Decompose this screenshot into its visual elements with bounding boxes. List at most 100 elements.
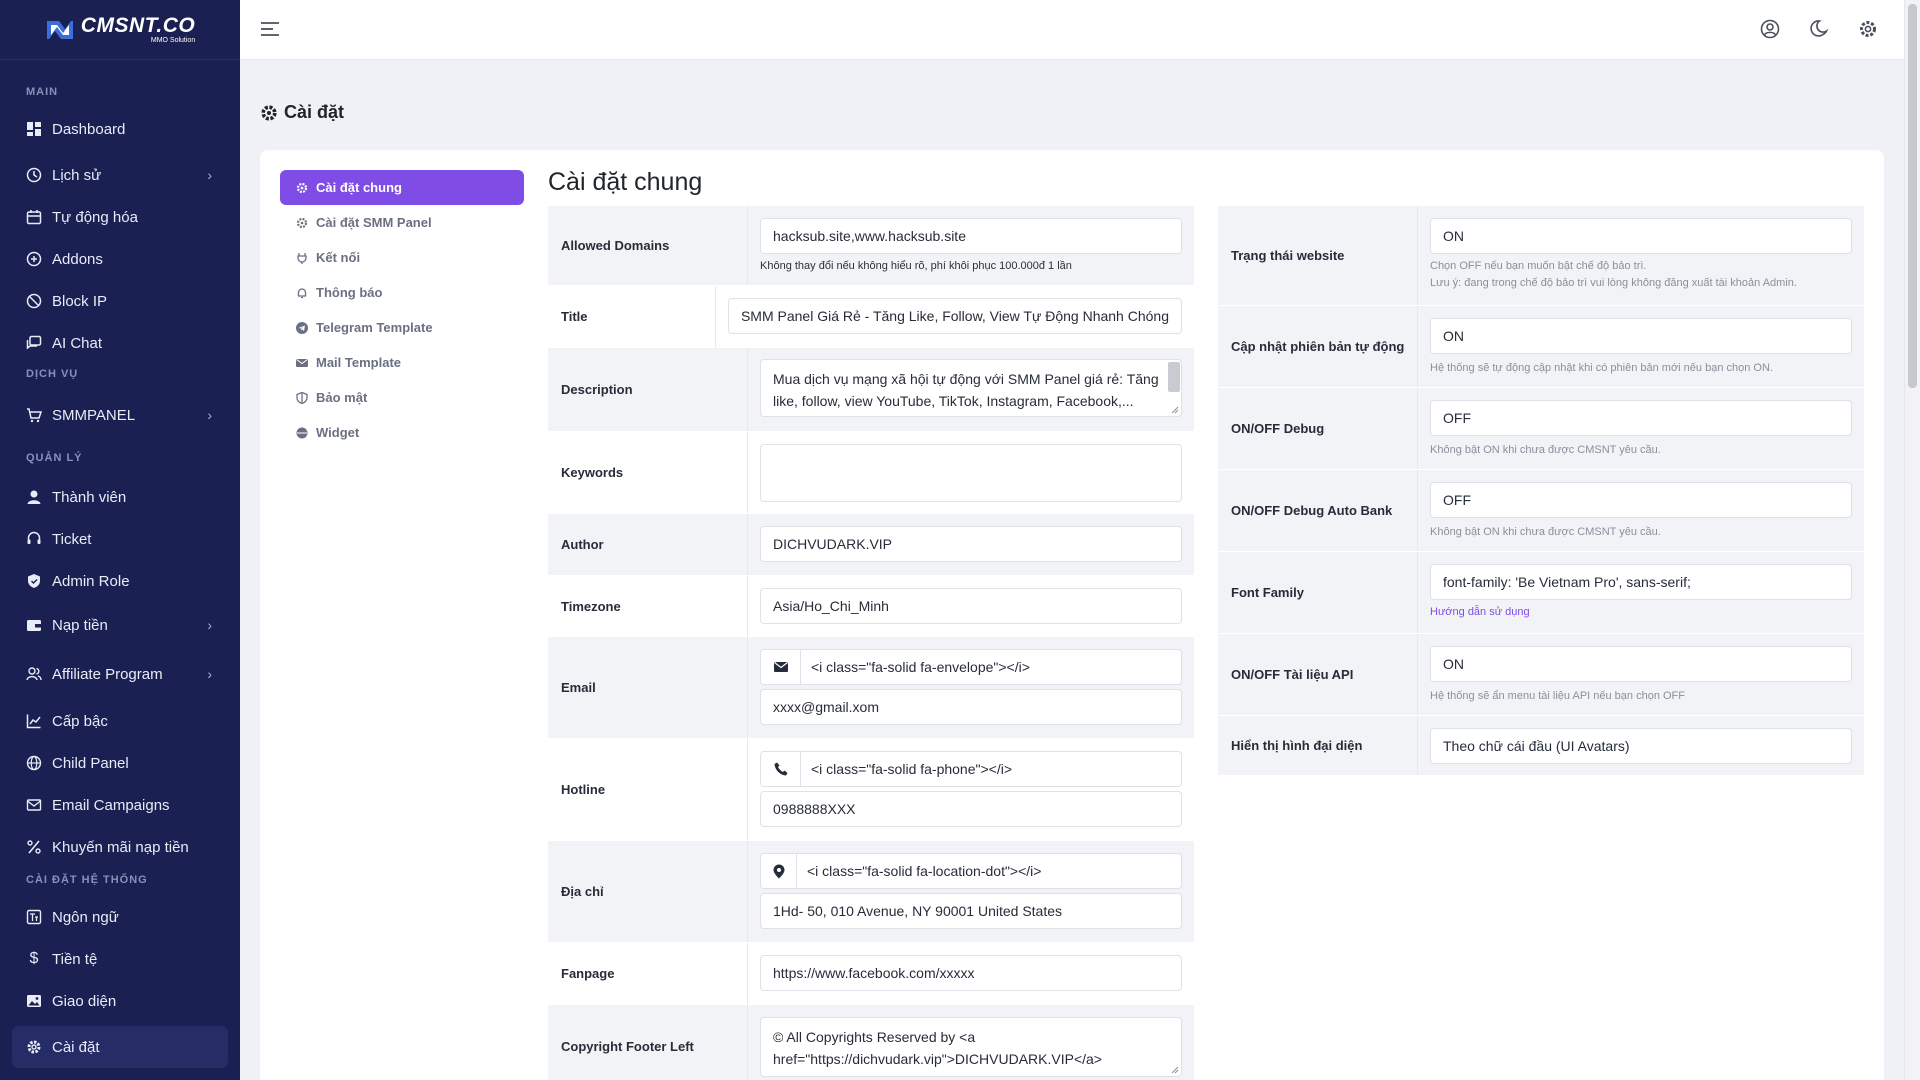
usage-guide-link[interactable]: Hướng dẫn sử dụng	[1430, 606, 1852, 618]
debug-auto-bank-select[interactable]: OFF	[1430, 482, 1852, 518]
field-label: Hotline	[548, 739, 748, 840]
tab-notifications[interactable]: Thông báo	[280, 275, 524, 310]
tab-connection[interactable]: Kết nối	[280, 240, 524, 275]
tab-widget[interactable]: Widget	[280, 415, 524, 450]
keywords-textarea[interactable]	[760, 444, 1182, 502]
sidebar-item-addons[interactable]: Addons	[0, 238, 240, 280]
sidebar-item-email-campaigns[interactable]: Email Campaigns	[0, 784, 240, 826]
sidebar-item-ticket[interactable]: Ticket	[0, 518, 240, 560]
email-icon-group: <i class="fa-solid fa-envelope"></i>	[760, 649, 1182, 685]
email-icon-input[interactable]: <i class="fa-solid fa-envelope"></i>	[801, 650, 1181, 684]
field-label: Địa chỉ	[548, 841, 748, 942]
sidebar-item-admin-role[interactable]: Admin Role	[0, 560, 240, 602]
tab-general-settings[interactable]: Cài đặt chung	[280, 170, 524, 205]
calendar-icon	[26, 209, 42, 225]
globe-icon	[26, 755, 42, 771]
field-label: Cập nhật phiên bản tự động	[1218, 306, 1418, 387]
website-status-select[interactable]: ON	[1430, 218, 1852, 254]
tab-label: Kết nối	[316, 250, 361, 265]
field-label: ON/OFF Debug Auto Bank	[1218, 470, 1418, 551]
sidebar-item-members[interactable]: Thành viên	[0, 476, 240, 518]
hotline-icon-input[interactable]: <i class="fa-solid fa-phone"></i>	[801, 752, 1181, 786]
tab-telegram-template[interactable]: Telegram Template	[280, 310, 524, 345]
description-textarea[interactable]: Mua dịch vụ mạng xã hội tự động với SMM …	[760, 359, 1182, 417]
sidebar-item-child-panel[interactable]: Child Panel	[0, 742, 240, 784]
user-icon	[26, 489, 42, 505]
description-line: Mua dịch vụ mạng xã hội tự động với SMM …	[773, 371, 1159, 387]
sidebar-section-services: DỊCH VỤ	[26, 368, 79, 380]
sidebar-item-currency[interactable]: $ Tiền tệ	[0, 938, 240, 980]
sidebar-item-label: Tự động hóa	[52, 208, 138, 226]
tab-smm-panel-settings[interactable]: Cài đặt SMM Panel	[280, 205, 524, 240]
gear-icon[interactable]	[1857, 18, 1879, 40]
title-input[interactable]: SMM Panel Giá Rẻ - Tăng Like, Follow, Vi…	[727, 298, 1182, 334]
user-circle-icon[interactable]	[1759, 18, 1781, 40]
section-title: Cài đặt chung	[548, 168, 703, 196]
tab-mail-template[interactable]: Mail Template	[280, 345, 524, 380]
resize-handle-icon[interactable]	[1169, 404, 1179, 414]
copyright-left-textarea[interactable]: © All Copyrights Reserved by <a href="ht…	[760, 1017, 1182, 1077]
sidebar-item-settings[interactable]: Cài đặt	[12, 1026, 228, 1068]
copyright-line: © All Copyrights Reserved by <a	[773, 1029, 976, 1045]
auto-update-select[interactable]: ON	[1430, 318, 1852, 354]
top-header	[240, 0, 1904, 60]
settings-subnav: Cài đặt chung Cài đặt SMM Panel Kết nối …	[280, 170, 524, 450]
sidebar-item-promotion[interactable]: Khuyến mãi nạp tiền	[0, 826, 240, 868]
sidebar-item-dashboard[interactable]: Dashboard	[0, 108, 240, 150]
timezone-input[interactable]: Asia/Ho_Chi_Minh	[760, 588, 1182, 624]
setting-row-font-family: Font Family font-family: 'Be Vietnam Pro…	[1218, 552, 1864, 634]
resize-handle-icon[interactable]	[1169, 1064, 1179, 1074]
font-family-input[interactable]: font-family: 'Be Vietnam Pro', sans-seri…	[1430, 564, 1852, 600]
chevron-right-icon: ›	[207, 167, 212, 183]
address-icon-input[interactable]: <i class="fa-solid fa-location-dot"></i>	[797, 854, 1181, 888]
hotline-input[interactable]: 0988888XXX	[760, 791, 1182, 827]
sidebar-item-history[interactable]: Lịch sử ›	[0, 154, 240, 196]
sidebar-item-language[interactable]: Ngôn ngữ	[0, 896, 240, 938]
sidebar-item-block-ip[interactable]: Block IP	[0, 280, 240, 322]
debug-select[interactable]: OFF	[1430, 400, 1852, 436]
sidebar-item-label: Lịch sử	[52, 166, 102, 184]
sidebar-item-label: Dashboard	[52, 120, 126, 138]
scrollbar-thumb[interactable]	[1908, 4, 1917, 388]
tab-label: Cài đặt chung	[316, 180, 402, 195]
history-icon	[26, 167, 42, 183]
shield-icon	[26, 573, 42, 589]
status-hint: Chọn OFF nếu bạn muốn bật chế độ bảo trì…	[1430, 260, 1647, 272]
author-input[interactable]: DICHVUDARK.VIP	[760, 526, 1182, 562]
moon-icon[interactable]	[1808, 18, 1830, 40]
page-scrollbar[interactable]	[1904, 0, 1920, 1080]
menu-toggle-icon[interactable]	[260, 20, 280, 38]
telegram-icon	[296, 321, 308, 334]
sidebar-item-smmpanel[interactable]: SMMPANEL ›	[0, 392, 240, 438]
email-input[interactable]: xxxx@gmail.xom	[760, 689, 1182, 725]
mail-icon	[26, 797, 42, 813]
sidebar-item-levels[interactable]: Cấp bậc	[0, 700, 240, 742]
tab-security[interactable]: Bảo mật	[280, 380, 524, 415]
sidebar-item-theme[interactable]: Giao diện	[0, 980, 240, 1022]
avatar-display-select[interactable]: Theo chữ cái đầu (UI Avatars)	[1430, 728, 1852, 764]
logo-text: CMSNT.CO	[80, 14, 196, 37]
block-icon	[26, 293, 42, 309]
bell-icon	[296, 287, 308, 299]
plus-circle-icon	[26, 251, 42, 267]
field-label: Title	[548, 286, 716, 347]
setting-row-copyright-left: Copyright Footer Left © All Copyrights R…	[548, 1005, 1194, 1080]
sidebar-item-ai-chat[interactable]: AI Chat	[0, 322, 240, 364]
sidebar-item-label: Admin Role	[52, 572, 130, 590]
sidebar-item-label: Child Panel	[52, 754, 129, 772]
address-input[interactable]: 1Hd- 50, 010 Avenue, NY 90001 United Sta…	[760, 893, 1182, 929]
debug-hint: Không bật ON khi chưa được CMSNT yêu cầu…	[1430, 444, 1661, 456]
allowed-domains-input[interactable]: hacksub.site,www.hacksub.site	[760, 218, 1182, 254]
sidebar-item-deposit[interactable]: Nạp tiền ›	[0, 602, 240, 648]
field-label: Author	[548, 514, 748, 575]
tab-label: Mail Template	[316, 355, 402, 370]
textarea-scroll-thumb[interactable]	[1168, 362, 1180, 392]
gear-icon	[296, 217, 308, 229]
sidebar: CMSNT.CO MMO Solution MAIN Dashboard Lịc…	[0, 0, 240, 1080]
sidebar-item-automation[interactable]: Tự động hóa	[0, 196, 240, 238]
sidebar-item-affiliate[interactable]: Affiliate Program ›	[0, 648, 240, 700]
setting-row-hotline: Hotline <i class="fa-solid fa-phone"></i…	[548, 739, 1194, 841]
fanpage-input[interactable]: https://www.facebook.com/xxxxx	[760, 955, 1182, 991]
logo[interactable]: CMSNT.CO MMO Solution	[0, 0, 240, 60]
api-docs-select[interactable]: ON	[1430, 646, 1852, 682]
